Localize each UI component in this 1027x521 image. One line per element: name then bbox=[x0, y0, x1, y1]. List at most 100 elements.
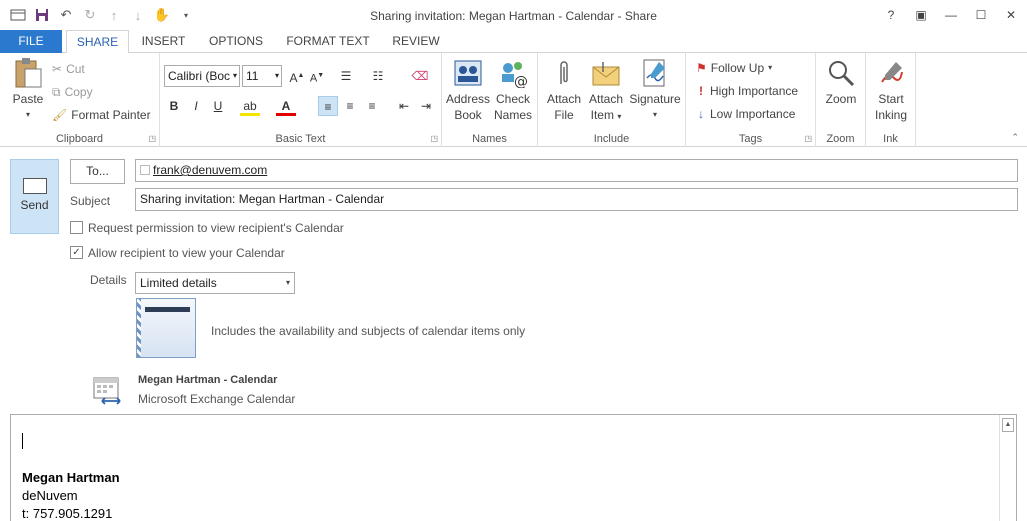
down-arrow-importance-icon: ↓ bbox=[698, 107, 704, 121]
tab-format-text[interactable]: FORMAT TEXT bbox=[280, 30, 376, 53]
ribbon-display-button[interactable]: ▣ bbox=[911, 5, 931, 25]
tab-file[interactable]: FILE bbox=[0, 30, 62, 53]
italic-button[interactable]: I bbox=[186, 96, 206, 116]
names-group: Address Book @ Check Names Names bbox=[442, 53, 538, 147]
window-controls: ? ▣ — ☐ ✕ bbox=[881, 5, 1021, 25]
cut-button[interactable]: ✂ Cut bbox=[52, 59, 85, 79]
signature-button[interactable]: Signature ▾ bbox=[628, 57, 682, 123]
follow-up-button[interactable]: ⚑ Follow Up ▾ bbox=[696, 58, 772, 78]
clear-formatting-icon[interactable]: ⌫ bbox=[410, 66, 430, 86]
title-bar: ↶ ↻ ↑ ↓ ✋ ▾ Sharing invitation: Megan Ha… bbox=[0, 0, 1027, 30]
copy-button[interactable]: ⧉ Copy bbox=[52, 82, 93, 102]
vertical-scrollbar[interactable]: ▲ bbox=[999, 415, 1016, 521]
exclamation-icon: ! bbox=[699, 84, 703, 98]
bullets-icon[interactable]: ☰ bbox=[336, 66, 356, 86]
basic-text-launcher-icon[interactable]: ◳ bbox=[430, 134, 438, 143]
signature-company: deNuvem bbox=[22, 488, 78, 503]
scroll-up-icon[interactable]: ▲ bbox=[1002, 418, 1014, 432]
details-label: Details bbox=[90, 273, 127, 287]
message-body[interactable]: Megan Hartman deNuvem t: 757.905.1291 ▲ bbox=[10, 414, 1017, 521]
basic-text-label: Basic Text bbox=[275, 133, 326, 145]
high-importance-button[interactable]: ! High Importance bbox=[696, 81, 798, 101]
to-field[interactable]: frank@denuvem.com bbox=[135, 159, 1018, 182]
paste-button[interactable]: Paste ▾ bbox=[8, 57, 48, 123]
subject-label: Subject bbox=[70, 194, 111, 208]
tab-options[interactable]: OPTIONS bbox=[202, 30, 270, 53]
text-cursor bbox=[22, 433, 23, 449]
tab-review[interactable]: REVIEW bbox=[386, 30, 446, 53]
bold-button[interactable]: B bbox=[164, 96, 184, 116]
envelope-icon bbox=[22, 178, 47, 194]
paperclip-icon bbox=[548, 57, 580, 89]
include-group: Attach File Attach Item ▾ Signature ▾ In… bbox=[538, 53, 686, 147]
basic-text-group: Calibri (Boc ▾ 11 ▾ A▲ A▼ ☰ ☷ ⌫ B I U ab A… bbox=[160, 53, 442, 147]
window-title: Sharing invitation: Megan Hartman - Cale… bbox=[370, 9, 657, 23]
allow-view-checkbox[interactable]: ✓ bbox=[70, 246, 83, 259]
align-right-icon[interactable]: ≡ bbox=[362, 96, 382, 116]
grow-font-icon[interactable]: A▲ bbox=[287, 66, 307, 86]
numbering-icon[interactable]: ☷ bbox=[368, 66, 388, 86]
align-center-icon[interactable]: ≡ bbox=[340, 96, 360, 116]
ribbon-tabs: FILE SHARE INSERT OPTIONS FORMAT TEXT RE… bbox=[0, 30, 1027, 54]
check-names-icon: @ bbox=[497, 57, 529, 89]
check-names-button[interactable]: @ Check Names bbox=[490, 57, 536, 123]
to-button[interactable]: To... bbox=[70, 159, 125, 184]
recipient-icon bbox=[140, 165, 150, 175]
help-button[interactable]: ? bbox=[881, 5, 901, 25]
calendar-type: Microsoft Exchange Calendar bbox=[138, 392, 296, 406]
start-inking-button[interactable]: Start Inking bbox=[868, 57, 914, 123]
clipboard-launcher-icon[interactable]: ◳ bbox=[148, 134, 156, 143]
subject-field[interactable]: Sharing invitation: Megan Hartman - Cale… bbox=[135, 188, 1018, 211]
magnifier-icon bbox=[825, 57, 857, 89]
zoom-label: Zoom bbox=[826, 133, 855, 145]
attach-item-icon bbox=[590, 57, 622, 89]
allow-view-label: Allow recipient to view your Calendar bbox=[88, 246, 285, 260]
address-book-icon bbox=[452, 57, 484, 89]
low-importance-button[interactable]: ↓ Low Importance bbox=[696, 104, 795, 124]
send-button[interactable]: Send bbox=[10, 159, 59, 234]
tab-share[interactable]: SHARE bbox=[66, 30, 129, 54]
names-label: Names bbox=[472, 133, 507, 145]
address-book-button[interactable]: Address Book bbox=[444, 57, 492, 123]
zoom-button[interactable]: Zoom bbox=[818, 57, 864, 107]
request-permission-checkbox[interactable] bbox=[70, 221, 83, 234]
signature-name: Megan Hartman bbox=[22, 470, 120, 485]
format-painter-button[interactable]: 🖌 Format Painter bbox=[52, 105, 151, 125]
collapse-ribbon-icon[interactable]: ⌃ bbox=[1011, 132, 1019, 143]
highlight-icon[interactable]: ab bbox=[240, 96, 260, 116]
underline-button[interactable]: U bbox=[208, 96, 228, 116]
calendar-name: Megan Hartman - Calendar bbox=[138, 374, 278, 386]
clipboard-group: Paste ▾ ✂ Cut ⧉ Copy 🖌 Format Painter Clipb… bbox=[0, 53, 160, 147]
details-description: Includes the availability and subjects o… bbox=[211, 324, 526, 338]
font-name-select[interactable]: Calibri (Boc ▾ bbox=[164, 65, 240, 87]
tags-label: Tags bbox=[738, 133, 763, 145]
paintbrush-icon: 🖌 bbox=[52, 108, 68, 122]
decrease-indent-icon[interactable]: ⇤ bbox=[394, 96, 414, 116]
flag-icon: ⚑ bbox=[696, 61, 707, 75]
clipboard-icon bbox=[12, 57, 44, 89]
increase-indent-icon[interactable]: ⇥ bbox=[416, 96, 436, 116]
scissors-icon: ✂ bbox=[52, 62, 63, 76]
details-select[interactable]: Limited details ▾ bbox=[135, 272, 295, 294]
minimize-button[interactable]: — bbox=[941, 5, 961, 25]
align-left-icon[interactable]: ≡ bbox=[318, 96, 338, 116]
maximize-button[interactable]: ☐ bbox=[971, 5, 991, 25]
attach-file-button[interactable]: Attach File bbox=[542, 57, 586, 123]
pen-icon bbox=[875, 57, 907, 89]
signature-icon bbox=[639, 57, 671, 89]
chevron-down-icon: ▾ bbox=[285, 278, 290, 287]
tags-group: ⚑ Follow Up ▾ ! High Importance ↓ Low Import… bbox=[686, 53, 816, 147]
font-color-icon[interactable]: A bbox=[276, 96, 296, 116]
shrink-font-icon[interactable]: A▼ bbox=[307, 66, 327, 86]
tab-insert[interactable]: INSERT bbox=[135, 30, 192, 53]
ribbon: Paste ▾ ✂ Cut ⧉ Copy 🖌 Format Painter Clipb… bbox=[0, 53, 1027, 147]
attach-item-button[interactable]: Attach Item ▾ bbox=[584, 57, 628, 125]
shared-calendar-icon bbox=[92, 376, 122, 406]
signature-phone: t: 757.905.1291 bbox=[22, 506, 113, 521]
ink-group: Start Inking Ink bbox=[866, 53, 916, 147]
zoom-group: Zoom Zoom bbox=[816, 53, 866, 147]
request-permission-label: Request permission to view recipient's C… bbox=[88, 221, 344, 235]
tags-launcher-icon[interactable]: ◳ bbox=[804, 134, 812, 143]
font-size-select[interactable]: 11 ▾ bbox=[242, 65, 282, 87]
close-button[interactable]: ✕ bbox=[1001, 5, 1021, 25]
